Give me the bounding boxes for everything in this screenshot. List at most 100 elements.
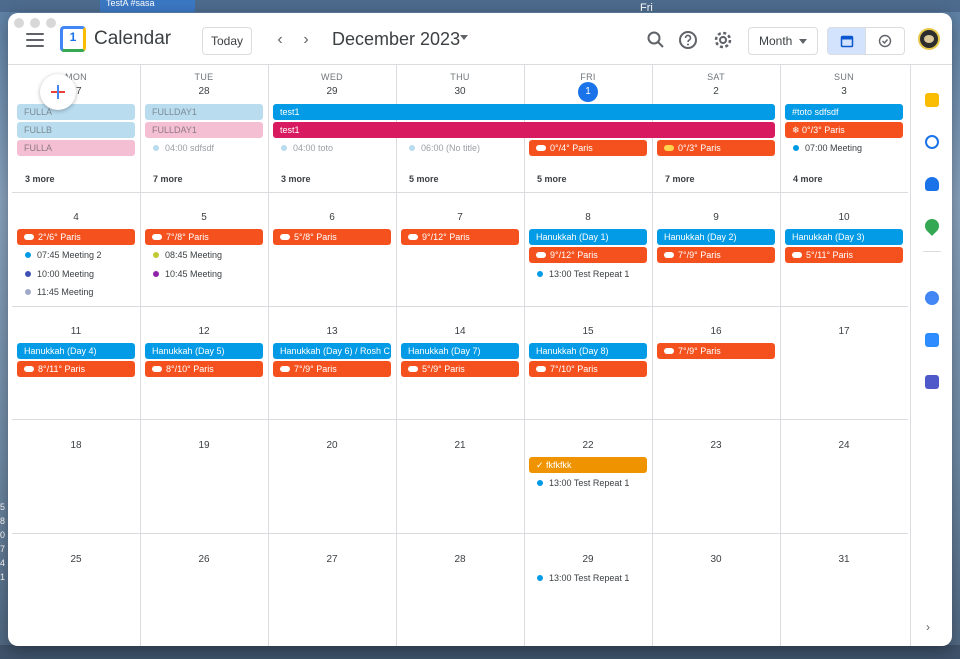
zoom-window-button[interactable]: [46, 18, 56, 28]
weather-chip[interactable]: 9°/12° Paris: [401, 229, 519, 245]
addon-icon[interactable]: [925, 291, 939, 305]
timed-event[interactable]: 06:00 (No title): [401, 140, 480, 156]
timed-event[interactable]: 07:45 Meeting 2: [17, 247, 102, 263]
day-number[interactable]: 18: [12, 440, 140, 451]
search-icon[interactable]: [644, 28, 668, 52]
day-number[interactable]: 16: [652, 326, 780, 337]
day-number[interactable]: 6: [268, 212, 396, 223]
event-chip[interactable]: Hanukkah (Day 1): [529, 229, 647, 245]
weather-chip[interactable]: 5°/11° Paris: [785, 247, 903, 263]
create-event-button[interactable]: [40, 74, 76, 110]
zoom-icon[interactable]: [925, 333, 939, 347]
day-number[interactable]: 24: [780, 440, 908, 451]
weather-chip[interactable]: 7°/9° Paris: [657, 343, 775, 359]
weather-chip[interactable]: 8°/10° Paris: [145, 361, 263, 377]
timed-event[interactable]: 11:45 Meeting: [17, 284, 93, 300]
day-number[interactable]: 4: [12, 212, 140, 223]
day-number[interactable]: 23: [652, 440, 780, 451]
chevron-right-icon[interactable]: ›: [926, 620, 930, 634]
hamburger-icon[interactable]: [26, 33, 44, 47]
day-number[interactable]: 30: [652, 554, 780, 565]
weather-chip[interactable]: 7°/8° Paris: [145, 229, 263, 245]
weather-chip[interactable]: 9°/12° Paris: [529, 247, 647, 263]
tasks-icon[interactable]: [925, 135, 939, 149]
timed-event[interactable]: 10:45 Meeting: [145, 266, 222, 282]
event-chip[interactable]: FULLA: [17, 104, 135, 120]
day-number[interactable]: 13: [268, 326, 396, 337]
timed-event[interactable]: 10:00 Meeting: [17, 266, 94, 282]
chevron-right-icon[interactable]: ›: [296, 31, 316, 49]
event-chip[interactable]: Hanukkah (Day 5): [145, 343, 263, 359]
event-chip[interactable]: test1: [273, 122, 775, 138]
day-number[interactable]: 5: [140, 212, 268, 223]
day-number[interactable]: 25: [12, 554, 140, 565]
day-number[interactable]: 15: [524, 326, 652, 337]
more-events-link[interactable]: 5 more: [401, 174, 439, 184]
teams-icon[interactable]: [925, 375, 939, 389]
timed-event[interactable]: 08:45 Meeting: [145, 247, 222, 263]
timed-event[interactable]: 13:00 Test Repeat 1: [529, 475, 629, 491]
day-number[interactable]: 27: [12, 86, 140, 97]
more-events-link[interactable]: 7 more: [145, 174, 183, 184]
day-number[interactable]: 7: [396, 212, 524, 223]
day-number[interactable]: 17: [780, 326, 908, 337]
avatar[interactable]: [918, 28, 940, 50]
view-selector[interactable]: Month: [748, 27, 818, 55]
event-chip[interactable]: #toto sdfsdf: [785, 104, 903, 120]
help-icon[interactable]: [676, 28, 700, 52]
more-events-link[interactable]: 5 more: [529, 174, 567, 184]
day-number[interactable]: 11: [12, 326, 140, 337]
more-events-link[interactable]: 3 more: [17, 174, 55, 184]
event-chip[interactable]: Hanukkah (Day 7): [401, 343, 519, 359]
day-number[interactable]: 29: [524, 554, 652, 565]
event-chip[interactable]: FULLDAY1: [145, 104, 263, 120]
day-number[interactable]: 2: [652, 86, 780, 97]
minimize-window-button[interactable]: [30, 18, 40, 28]
today-day-number[interactable]: 1: [578, 82, 598, 102]
gear-icon[interactable]: [711, 28, 735, 52]
day-number[interactable]: 20: [268, 440, 396, 451]
timed-event[interactable]: 04:00 sdfsdf: [145, 140, 214, 156]
day-number[interactable]: 31: [780, 554, 908, 565]
close-window-button[interactable]: [14, 18, 24, 28]
task-chip[interactable]: ✓ fkfkfkk: [529, 457, 647, 473]
day-number[interactable]: 21: [396, 440, 524, 451]
day-number[interactable]: 3: [780, 86, 908, 97]
day-number[interactable]: 9: [652, 212, 780, 223]
event-chip[interactable]: Hanukkah (Day 3): [785, 229, 903, 245]
calendar-view-toggle[interactable]: [828, 28, 867, 54]
weather-chip[interactable]: 2°/6° Paris: [17, 229, 135, 245]
timed-event[interactable]: 13:00 Test Repeat 1: [529, 266, 629, 282]
more-events-link[interactable]: 7 more: [657, 174, 695, 184]
event-chip[interactable]: Hanukkah (Day 4): [17, 343, 135, 359]
weather-chip[interactable]: 5°/9° Paris: [401, 361, 519, 377]
event-chip[interactable]: FULLA: [17, 140, 135, 156]
weather-chip[interactable]: 7°/10° Paris: [529, 361, 647, 377]
weather-chip[interactable]: 0°/3° Paris: [657, 140, 775, 156]
day-number[interactable]: 28: [396, 554, 524, 565]
day-number[interactable]: 14: [396, 326, 524, 337]
keep-icon[interactable]: [925, 93, 939, 107]
weather-chip[interactable]: ❄ 0°/3° Paris: [785, 122, 903, 138]
day-number[interactable]: 10: [780, 212, 908, 223]
weather-chip[interactable]: 0°/4° Paris: [529, 140, 647, 156]
day-number[interactable]: 27: [268, 554, 396, 565]
day-number[interactable]: 12: [140, 326, 268, 337]
more-events-link[interactable]: 3 more: [273, 174, 311, 184]
event-chip[interactable]: test1: [273, 104, 775, 120]
event-chip[interactable]: Hanukkah (Day 8): [529, 343, 647, 359]
event-chip[interactable]: Hanukkah (Day 6) / Rosh C: [273, 343, 391, 359]
day-number[interactable]: 28: [140, 86, 268, 97]
today-button[interactable]: Today: [202, 27, 252, 55]
weather-chip[interactable]: 8°/11° Paris: [17, 361, 135, 377]
day-number[interactable]: 22: [524, 440, 652, 451]
tasks-view-toggle[interactable]: [866, 28, 904, 54]
maps-icon[interactable]: [922, 216, 942, 236]
caret-down-icon[interactable]: [460, 35, 468, 40]
timed-event[interactable]: 07:00 Meeting: [785, 140, 862, 156]
day-number[interactable]: 29: [268, 86, 396, 97]
weather-chip[interactable]: 7°/9° Paris: [273, 361, 391, 377]
event-chip[interactable]: FULLDAY1: [145, 122, 263, 138]
day-number[interactable]: 26: [140, 554, 268, 565]
day-number[interactable]: 8: [524, 212, 652, 223]
